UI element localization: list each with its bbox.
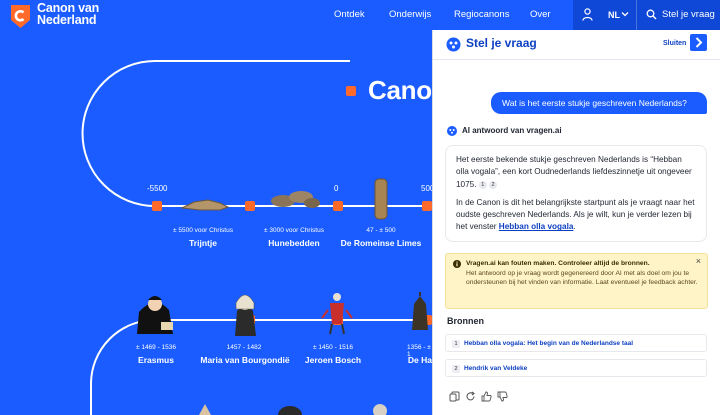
warning-body: Het antwoord op je vraag wordt gegeneree… <box>466 269 698 287</box>
item-title-hunebedden[interactable]: Hunebedden <box>244 238 344 249</box>
canon-logo-icon[interactable] <box>10 4 31 29</box>
thumbs-up-icon[interactable] <box>481 391 492 402</box>
refresh-icon[interactable] <box>465 391 476 402</box>
info-icon <box>453 260 461 268</box>
item-date: ± 1469 - 1536 <box>135 344 177 351</box>
source-item[interactable]: 2 Hendrik van Veldeke <box>445 359 707 377</box>
source-number: 1 <box>452 340 460 348</box>
item-title-de-hanze[interactable]: De Ha <box>382 355 432 366</box>
hunebedden-image[interactable] <box>268 189 322 209</box>
copy-icon[interactable] <box>449 391 460 402</box>
trijntje-image[interactable] <box>180 194 230 212</box>
ask-panel-header: Stel je vraag Sluiten <box>433 30 720 60</box>
item-date: ± 5500 voor Christus <box>173 227 233 234</box>
ask-panel-title: Stel je vraag <box>466 36 537 50</box>
maria-van-bourgondie-image[interactable] <box>230 289 260 337</box>
item-date: 47 - ± 500 <box>366 227 396 234</box>
close-button[interactable] <box>690 34 707 51</box>
answer-link[interactable]: Hebban olla vogala <box>499 222 574 231</box>
year-label: -5500 <box>147 184 168 193</box>
nav-onderwijs[interactable]: Onderwijs <box>389 9 431 20</box>
source-title: Hendrik van Veldeke <box>464 365 528 372</box>
nav-divider <box>636 0 637 30</box>
search-icon[interactable] <box>646 9 657 20</box>
chevron-down-icon[interactable] <box>621 10 629 18</box>
vragen-ai-logo-icon <box>446 37 461 52</box>
timeline-item-image-partial <box>373 404 387 415</box>
erasmus-image[interactable] <box>133 290 177 336</box>
item-date: ± 3000 voor Christus <box>264 227 324 234</box>
user-icon[interactable] <box>582 8 593 21</box>
item-title-trijntje[interactable]: Trijntje <box>153 238 253 249</box>
timeline-start-marker <box>346 86 356 96</box>
source-title: Hebban olla vogala: Het begin van de Ned… <box>464 340 634 347</box>
logo-line-2: Nederland <box>37 12 97 27</box>
item-date: 1457 - 1482 <box>226 344 262 351</box>
timeline-marker <box>333 201 343 211</box>
language-selector[interactable]: NL <box>608 10 620 20</box>
timeline-marker <box>152 201 162 211</box>
close-label[interactable]: Sluiten <box>663 40 686 47</box>
nav-ontdek[interactable]: Ontdek <box>334 9 365 20</box>
source-number: 2 <box>452 365 460 373</box>
nav-regiocanons[interactable]: Regiocanons <box>454 9 509 20</box>
answer-paragraph: In de Canon is dit het belangrijkste sta… <box>456 197 696 234</box>
timeline-marker <box>422 201 432 211</box>
item-title-erasmus[interactable]: Erasmus <box>106 355 206 366</box>
citation-badge[interactable]: 1 <box>478 180 487 189</box>
top-navigation: Canon van Nederland Ontdek Onderwijs Reg… <box>0 0 720 30</box>
answer-paragraph: Het eerste bekende stukje geschreven Ned… <box>456 154 696 191</box>
timeline-area: Canon -5500 0 500 ± 5500 voor Christus T… <box>0 30 448 415</box>
item-title-maria-van-bourgondie[interactable]: Maria van Bourgondië <box>194 355 296 366</box>
romeinse-limes-image[interactable] <box>372 178 390 220</box>
de-hanze-image[interactable] <box>408 292 432 332</box>
citation-badge[interactable]: 2 <box>489 180 498 189</box>
answer-punctuation: . <box>573 222 576 232</box>
timeline-marker <box>245 201 255 211</box>
chevron-right-icon <box>695 37 703 48</box>
item-title-jeroen-bosch[interactable]: Jeroen Bosch <box>283 355 383 366</box>
timeline-item-image-partial <box>278 406 302 415</box>
sources-heading: Bronnen <box>447 316 484 326</box>
close-icon[interactable]: × <box>696 256 701 267</box>
timeline-item-image-partial <box>199 404 211 415</box>
ask-panel: Stel je vraag Sluiten Wat is het eerste … <box>432 30 720 415</box>
user-question-bubble: Wat is het eerste stukje geschreven Nede… <box>491 92 707 114</box>
site-logo-text[interactable]: Canon van Nederland <box>37 2 99 27</box>
thumbs-down-icon[interactable] <box>497 391 508 402</box>
ask-question-link[interactable]: Stel je vraag <box>662 9 715 20</box>
year-label: 0 <box>334 184 339 193</box>
source-item[interactable]: 1 Hebban olla vogala: Het begin van de Ne… <box>445 334 707 352</box>
jeroen-bosch-image[interactable] <box>320 290 354 336</box>
vragen-ai-icon <box>447 126 457 136</box>
ai-warning-notice: Vragen.ai kan fouten maken. Controleer a… <box>445 253 708 309</box>
item-title-romeinse-limes[interactable]: De Romeinse Limes <box>331 238 431 249</box>
nav-over[interactable]: Over <box>530 9 551 20</box>
item-date: ± 1450 - 1516 <box>312 344 354 351</box>
ai-answer-card: Het eerste bekende stukje geschreven Ned… <box>445 145 707 242</box>
ai-answer-label: AI antwoord van vragen.ai <box>462 126 562 135</box>
warning-title: Vragen.ai kan fouten maken. Controleer a… <box>466 260 650 267</box>
